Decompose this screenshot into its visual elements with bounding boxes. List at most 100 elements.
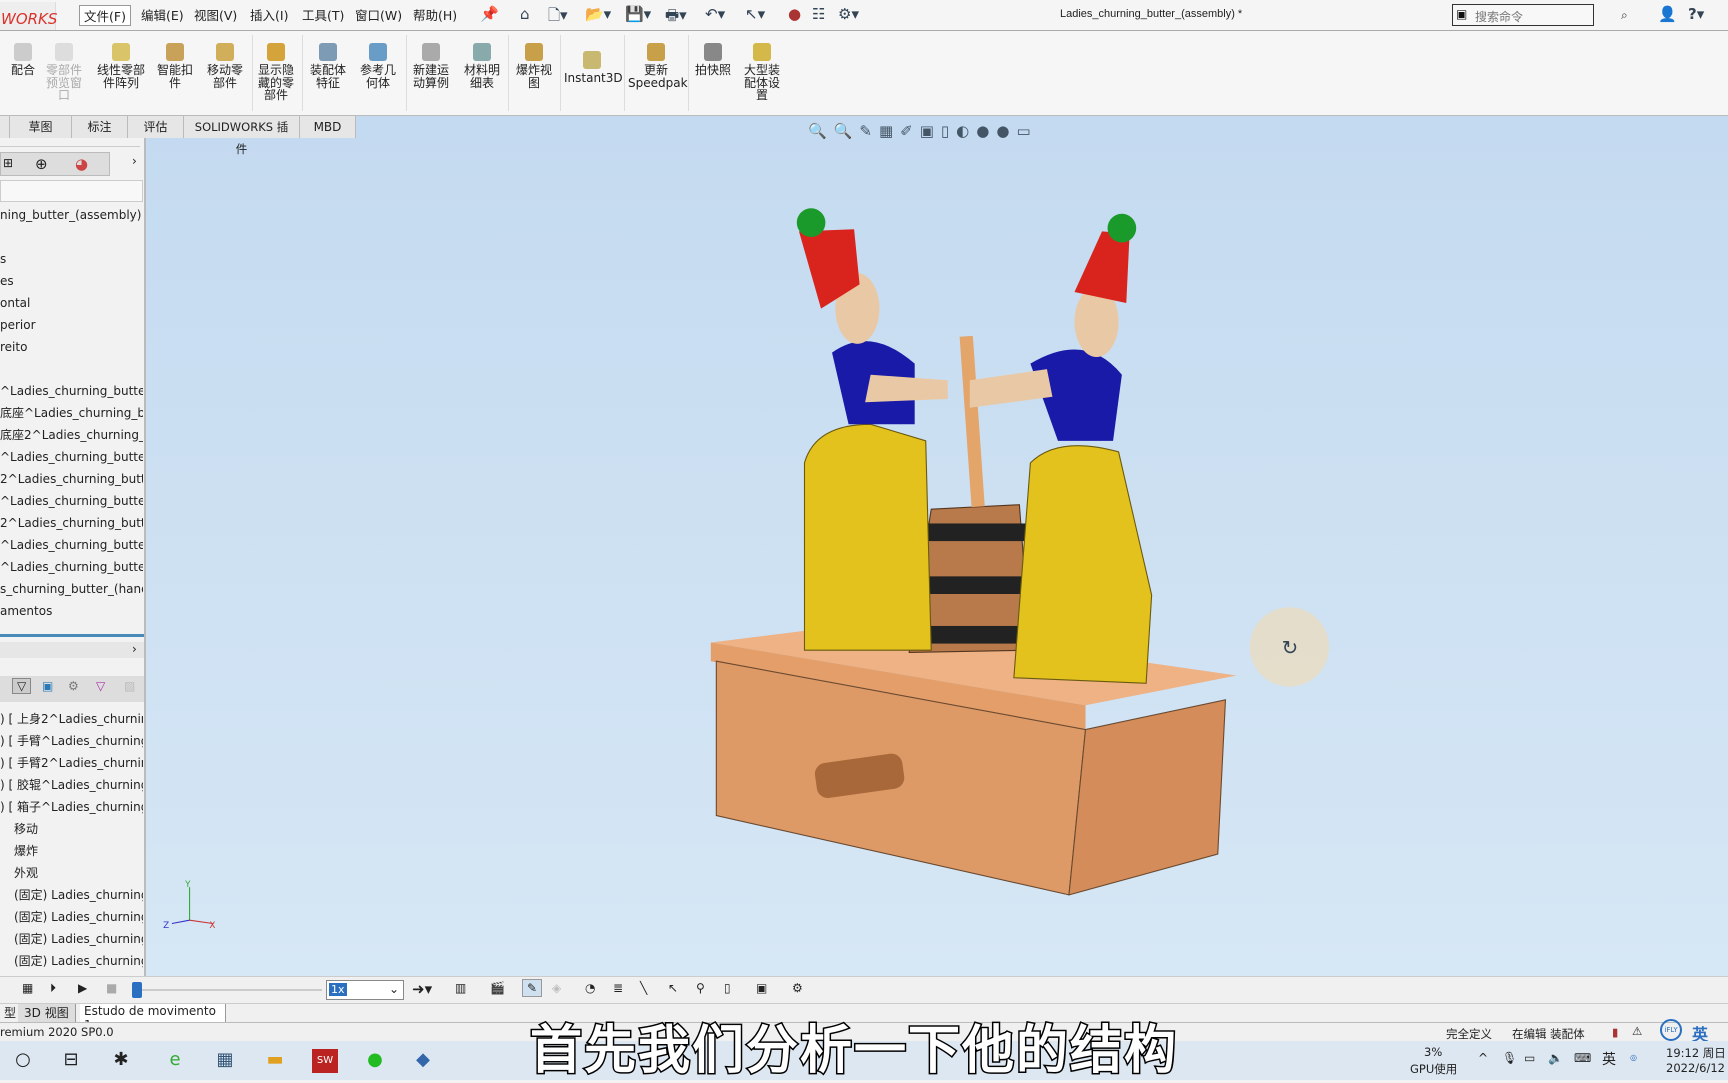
force-icon[interactable]: ↖ <box>668 981 678 995</box>
browser-icon[interactable]: e <box>162 1049 188 1073</box>
wechat-icon[interactable]: ● <box>362 1049 388 1073</box>
tree-item[interactable]: reito <box>0 336 143 358</box>
tree-item[interactable]: 2^Ladies_churning_butte <box>0 512 143 534</box>
motion-tree-item-appearance[interactable]: 外观 <box>0 862 143 884</box>
chevron-down-icon: ⌄ <box>388 982 399 996</box>
motion-tree-item-move[interactable]: 移动 <box>0 818 143 840</box>
app-pinwheel-icon[interactable]: ✱ <box>108 1049 134 1073</box>
cortana-icon[interactable]: ○ <box>10 1049 36 1073</box>
taskbar-ime[interactable]: 英 <box>1602 1049 1616 1069</box>
motion-tree-item[interactable]: ) [ 上身2^Ladies_churning <box>0 708 143 730</box>
play-from-start-icon[interactable]: ⏵ <box>50 981 56 996</box>
tab-3d-views[interactable]: 3D 视图 <box>18 1004 76 1022</box>
config-manager-tab-icon[interactable]: ⊞ <box>3 156 13 170</box>
tree-item[interactable]: 底座^Ladies_churning_bu <box>0 402 143 424</box>
network-icon[interactable]: ▭ <box>1524 1051 1535 1065</box>
rebuild-status-icon[interactable]: ▮ <box>1612 1025 1618 1039</box>
motion-tree-header: › <box>0 642 144 658</box>
app-icon[interactable]: ◆ <box>410 1049 436 1073</box>
gravity-icon[interactable]: ▯ <box>724 981 731 995</box>
task-view-icon[interactable]: ⊟ <box>58 1049 84 1073</box>
playback-speed-select[interactable]: 1x ⌄ <box>326 980 404 1000</box>
playback-mode-icon[interactable]: ➜▾ <box>412 980 432 998</box>
spring-icon[interactable]: ≣ <box>613 981 623 995</box>
solidworks-taskbar-icon[interactable]: SW <box>312 1049 338 1073</box>
file-explorer-icon[interactable]: ▬ <box>262 1049 288 1073</box>
autokey-icon[interactable]: ✎ <box>522 979 543 997</box>
feature-manager-panel: ⊞ ⊕ ◕ › ning_butter_(assembly) (V s es o… <box>0 138 146 976</box>
gpu-percent: 3% <box>1424 1045 1443 1059</box>
contact-icon[interactable]: ⚲ <box>696 981 705 995</box>
chevron-right-icon[interactable]: › <box>132 642 137 656</box>
tree-item[interactable]: s <box>0 248 143 270</box>
playback-slider-handle[interactable] <box>132 982 142 998</box>
ifly-tray-icon[interactable]: ◎ <box>1630 1053 1637 1062</box>
damper-icon[interactable]: ╲ <box>640 981 647 995</box>
tree-item[interactable]: 2^Ladies_churning_butte <box>0 468 143 490</box>
assembly-model-3d[interactable]: ↻ Y X Z <box>0 0 1728 1080</box>
motor-icon[interactable]: ◔ <box>585 981 595 995</box>
chevron-right-icon[interactable]: › <box>132 154 137 168</box>
panel-splitter[interactable] <box>0 634 144 637</box>
svg-text:X: X <box>209 921 215 931</box>
svg-text:Z: Z <box>163 921 169 931</box>
tree-item[interactable]: 底座2^Ladies_churning_b <box>0 424 143 446</box>
play-icon[interactable]: ▶ <box>78 981 87 995</box>
motion-tree-item-fixed[interactable]: (固定) Ladies_churning_ <box>0 928 143 950</box>
playback-slider-track[interactable] <box>142 989 322 991</box>
chevron-up-icon[interactable]: ^ <box>1478 1051 1488 1065</box>
motion-tree-item[interactable]: ) [ 胶辊^Ladies_churning_ <box>0 774 143 796</box>
filter-driving-icon[interactable]: ⚙ <box>68 679 79 693</box>
stop-icon[interactable]: ■ <box>106 981 117 995</box>
filter-animated-icon[interactable]: ▣ <box>42 679 53 693</box>
triad-axes: Y X Z <box>163 880 215 931</box>
animation-wizard-icon[interactable]: 🎬 <box>490 981 505 995</box>
tree-item[interactable]: s_churning_butter_(hand_ <box>0 578 143 600</box>
volume-icon[interactable]: 🔈 <box>1548 1051 1563 1065</box>
motion-study-toolbar: ▦ ⏵ ▶ ■ 1x ⌄ ➜▾ ▥ 🎬 ✎ ◈ ◔ ≣ ╲ ↖ ⚲ ▯ ▣ ⚙ <box>0 976 1728 1003</box>
dimxpert-tab-icon[interactable]: ⊕ <box>35 155 48 173</box>
microphone-icon[interactable]: 🎙 <box>1502 1051 1517 1065</box>
tab-motion-study-1[interactable]: Estudo de movimento 1 <box>80 1004 226 1032</box>
tree-item[interactable]: ^Ladies_churning_butter_ <box>0 446 143 468</box>
panel-tabs: ⊞ ⊕ ◕ <box>0 152 110 176</box>
gpu-label: GPU使用 <box>1410 1062 1458 1076</box>
display-manager-tab-icon[interactable]: ◕ <box>75 155 88 173</box>
filter-icon[interactable]: ▽ <box>12 678 32 694</box>
tree-item[interactable]: ^Ladies_churning_butter_ <box>0 380 143 402</box>
tree-root[interactable]: ning_butter_(assembly) (V <box>0 204 143 226</box>
clock-time[interactable]: 19:12 周日 <box>1666 1045 1726 1061</box>
tree-item[interactable]: amentos <box>0 600 143 622</box>
save-animation-icon[interactable]: ▥ <box>455 981 466 995</box>
motion-tree-item-fixed[interactable]: (固定) Ladies_churning_ <box>0 950 143 972</box>
results-plots-icon[interactable]: ▣ <box>756 981 767 995</box>
tree-item[interactable]: ontal <box>0 292 143 314</box>
right-lady-skirt <box>1013 445 1153 684</box>
warning-icon[interactable]: ⚠ <box>1632 1024 1642 1038</box>
filter-input[interactable] <box>0 180 143 202</box>
definition-status: 完全定义 <box>1446 1027 1492 1041</box>
calculator-icon[interactable]: ▦ <box>212 1049 238 1073</box>
calculate-icon[interactable]: ▦ <box>22 981 33 995</box>
tree-item[interactable]: ^Ladies_churning_butter_ <box>0 490 143 512</box>
motion-tree-item[interactable]: ) [ 箱子^Ladies_churning_ <box>0 796 143 818</box>
add-key-icon[interactable]: ◈ <box>552 981 561 995</box>
ifly-icon[interactable]: iFLY <box>1660 1019 1682 1041</box>
keyboard-icon[interactable]: ⌨ <box>1574 1051 1591 1065</box>
tree-item[interactable]: ^Ladies_churning_butter_ <box>0 556 143 578</box>
filter-results-icon[interactable]: ▨ <box>124 679 135 693</box>
motion-tree-item-explode[interactable]: 爆炸 <box>0 840 143 862</box>
tree-item[interactable]: perior <box>0 314 143 336</box>
clock-date[interactable]: 2022/6/12 <box>1666 1061 1725 1075</box>
tree-item[interactable]: es <box>0 270 143 292</box>
playback-speed-value: 1x <box>329 983 347 996</box>
motion-tree-item-fixed[interactable]: (固定) Ladies_churning_ <box>0 884 143 906</box>
motion-tree-item[interactable]: ) [ 手臂^Ladies_churning_ <box>0 730 143 752</box>
left-lady-skirt <box>803 423 932 651</box>
motion-tree-item[interactable]: ) [ 手臂2^Ladies_churning <box>0 752 143 774</box>
motion-tree-item-fixed[interactable]: (固定) Ladies_churning_ <box>0 906 143 928</box>
tree-item[interactable]: ^Ladies_churning_butter_ <box>0 534 143 556</box>
filter-selected-icon[interactable]: ▽ <box>96 679 105 693</box>
motion-study-properties-icon[interactable]: ⚙ <box>792 981 803 995</box>
motion-filter-bar: ▽ ▣ ⚙ ▽ ▨ <box>0 676 144 702</box>
